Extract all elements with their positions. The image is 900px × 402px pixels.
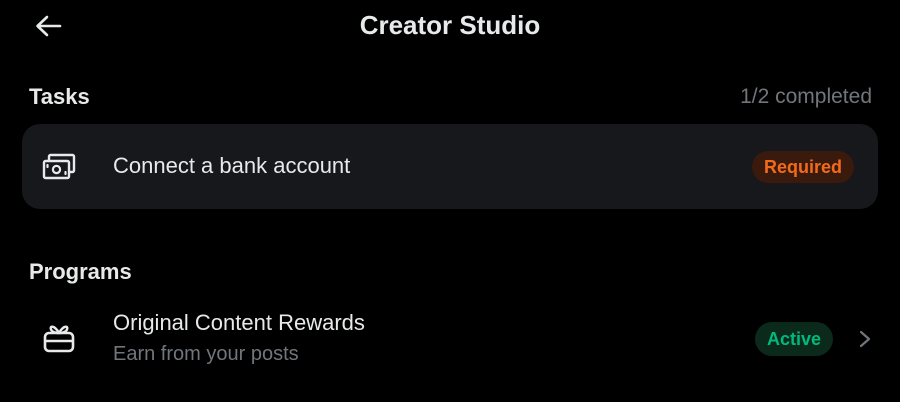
program-description: Earn from your posts	[113, 343, 299, 365]
gift-icon	[43, 325, 75, 353]
required-badge: Required	[751, 151, 854, 183]
money-icon	[42, 153, 76, 180]
task-connect-bank-account[interactable]: Connect a bank account Required	[22, 124, 878, 209]
top-bar: Creator Studio	[0, 0, 900, 52]
chevron-right-icon	[859, 330, 871, 348]
page-title: Creator Studio	[359, 10, 541, 40]
active-badge: Active	[754, 322, 833, 356]
tasks-progress: 1/2 completed	[740, 85, 872, 108]
creator-studio-page: Creator Studio Tasks 1/2 completed Conne…	[0, 0, 900, 402]
program-name: Original Content Rewards	[113, 310, 365, 335]
programs-heading: Programs	[29, 259, 132, 284]
task-label: Connect a bank account	[113, 153, 351, 178]
tasks-heading: Tasks	[29, 84, 90, 109]
program-original-content-rewards[interactable]: Original Content Rewards Earn from your …	[22, 300, 878, 380]
